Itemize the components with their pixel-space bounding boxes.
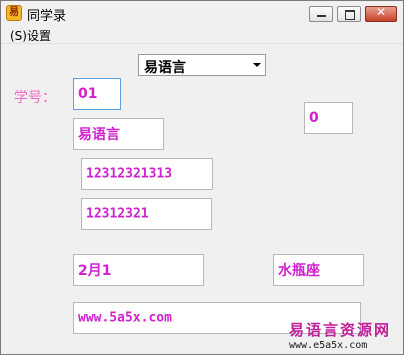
- watermark-title: 易语言资源网: [289, 321, 392, 339]
- watermark-url: www.e5a5x.com: [289, 340, 368, 351]
- app-icon: 易: [6, 5, 22, 21]
- maximize-button[interactable]: [337, 6, 361, 22]
- phone-field[interactable]: 12312321313: [81, 158, 213, 190]
- menu-bar: (S)设置: [1, 26, 403, 44]
- website-value: www.5a5x.com: [78, 310, 172, 326]
- site-watermark: 易语言资源网 www.e5a5x.com: [289, 319, 401, 351]
- qq-value: 12312321: [86, 206, 149, 222]
- birthday-value: 2月1: [78, 263, 112, 279]
- student-id-field[interactable]: 01: [73, 78, 121, 110]
- window-title: 同学录: [27, 9, 67, 24]
- student-id-value: 01: [78, 86, 98, 102]
- main-window: 易 同学录 ✕ (S)设置 易语言 学号： 01 易语言 0 123123213…: [0, 0, 404, 355]
- qq-field[interactable]: 12312321: [81, 198, 212, 230]
- close-icon: ✕: [375, 5, 387, 19]
- close-button[interactable]: ✕: [365, 5, 397, 22]
- zodiac-field[interactable]: 水瓶座: [273, 254, 364, 286]
- name-value: 易语言: [78, 127, 120, 143]
- number-field[interactable]: 0: [304, 102, 353, 134]
- minimize-button[interactable]: [309, 6, 333, 22]
- title-bar[interactable]: 易 同学录 ✕: [1, 1, 403, 25]
- number-value: 0: [309, 110, 319, 126]
- name-field[interactable]: 易语言: [73, 118, 164, 150]
- menu-settings[interactable]: (S)设置: [10, 27, 51, 44]
- student-id-label: 学号：: [14, 90, 56, 106]
- zodiac-value: 水瓶座: [278, 263, 320, 279]
- language-select-value: 易语言: [144, 60, 186, 76]
- chevron-down-icon[interactable]: [253, 63, 261, 67]
- language-select[interactable]: 易语言: [138, 54, 266, 76]
- phone-value: 12312321313: [86, 166, 173, 182]
- birthday-field[interactable]: 2月1: [73, 254, 204, 286]
